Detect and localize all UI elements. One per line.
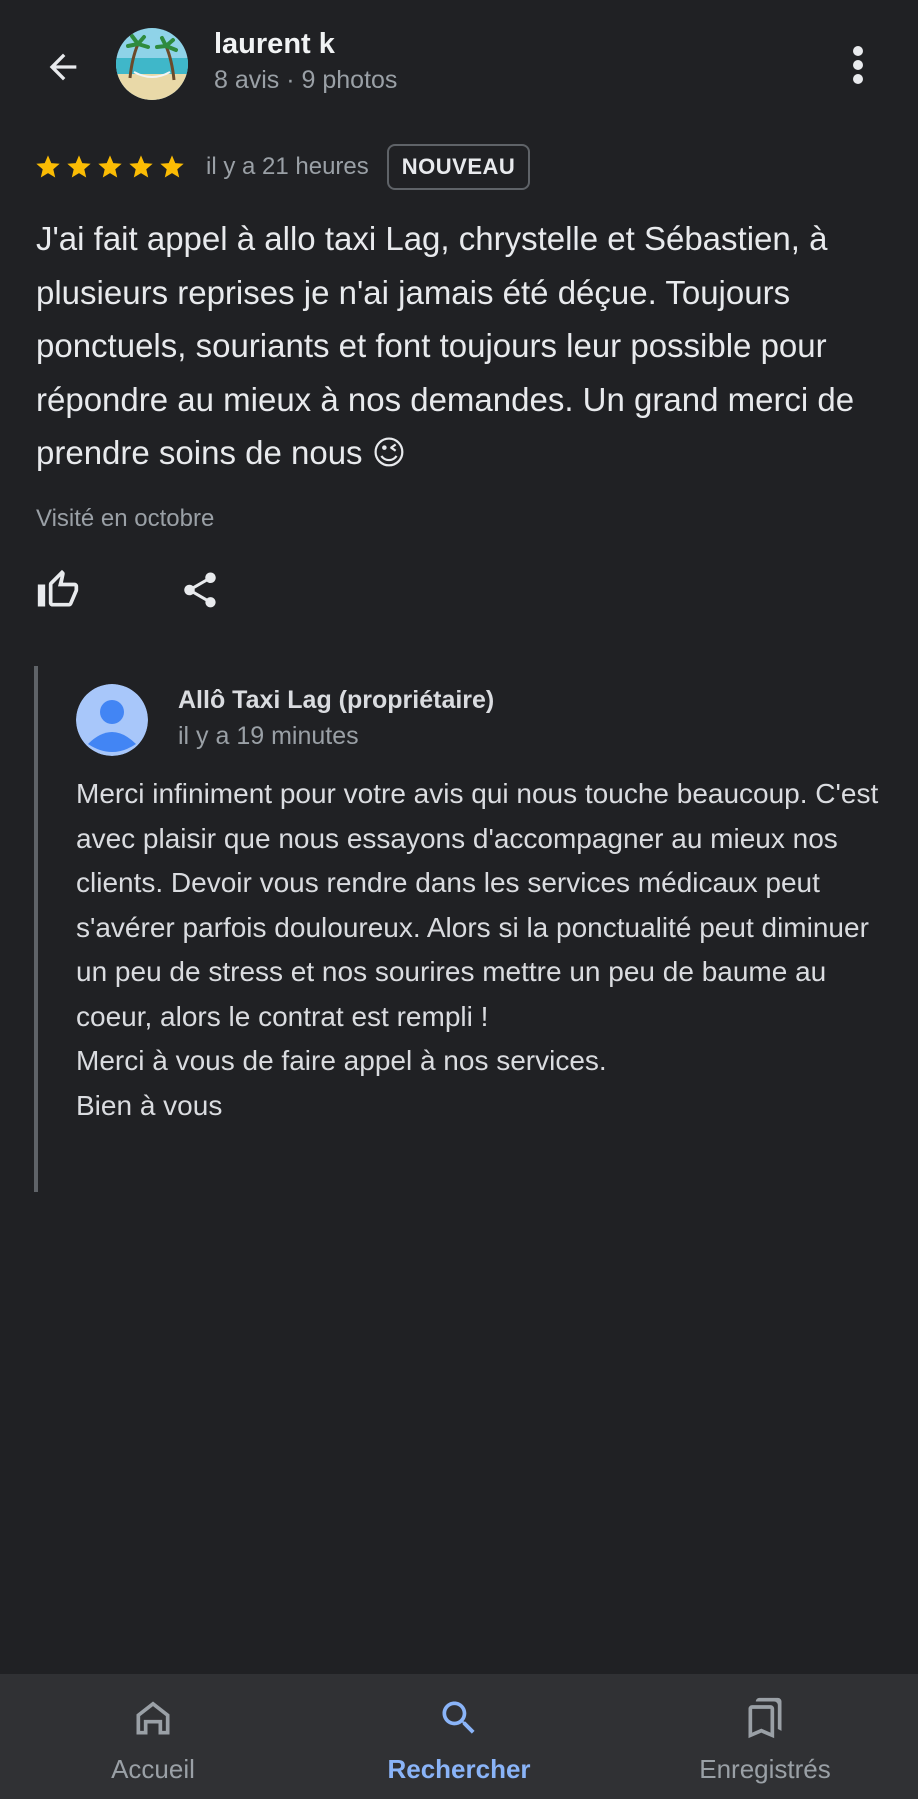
owner-reply: Allô Taxi Lag (propriétaire) il y a 19 m… <box>34 666 894 1192</box>
more-vert-icon <box>853 46 863 84</box>
nav-item-accueil[interactable]: Accueil <box>0 1674 306 1799</box>
review-header: laurent k 8 avis · 9 photos <box>0 0 918 130</box>
review-text: J'ai fait appel à allo taxi Lag, chryste… <box>36 220 855 471</box>
nav-item-rechercher[interactable]: Rechercher <box>306 1674 612 1799</box>
user-name[interactable]: laurent k <box>214 28 335 61</box>
nav-label-accueil: Accueil <box>111 1754 195 1784</box>
visited-date: Visité en octobre <box>36 505 215 532</box>
star-icon <box>129 155 153 178</box>
more-options-button[interactable] <box>838 40 878 90</box>
rating-row: il y a 21 heures NOUVEAU <box>34 144 531 190</box>
home-icon <box>129 1694 177 1742</box>
owner-name: Allô Taxi Lag (propriétaire) <box>178 686 495 714</box>
owner-reply-text: Merci infiniment pour votre avis qui nou… <box>76 778 879 1121</box>
bookmarks-icon <box>741 1694 789 1742</box>
star-icon <box>67 155 91 178</box>
arrow-back-icon <box>49 53 77 81</box>
bottom-navigation: Accueil Rechercher Enregistrés <box>0 1674 918 1799</box>
star-icon <box>36 155 60 178</box>
like-button[interactable] <box>34 566 82 614</box>
star-icon <box>98 155 122 178</box>
nav-item-enregistres[interactable]: Enregistrés <box>612 1674 918 1799</box>
new-badge: NOUVEAU <box>386 144 531 190</box>
share-button[interactable] <box>176 566 224 614</box>
star-icon <box>160 155 184 178</box>
owner-avatar <box>76 684 148 756</box>
nav-label-rechercher: Rechercher <box>387 1754 531 1784</box>
nav-label-enregistres: Enregistrés <box>699 1754 831 1784</box>
search-icon <box>435 1694 483 1742</box>
review-time: il y a 21 heures <box>206 153 369 180</box>
thumb-up-icon <box>37 569 79 607</box>
owner-reply-time: il y a 19 minutes <box>178 722 359 750</box>
back-button[interactable] <box>36 40 90 94</box>
share-icon <box>184 572 216 608</box>
user-meta: 8 avis · 9 photos <box>214 66 398 94</box>
user-avatar[interactable] <box>116 28 188 100</box>
star-rating <box>34 153 186 181</box>
